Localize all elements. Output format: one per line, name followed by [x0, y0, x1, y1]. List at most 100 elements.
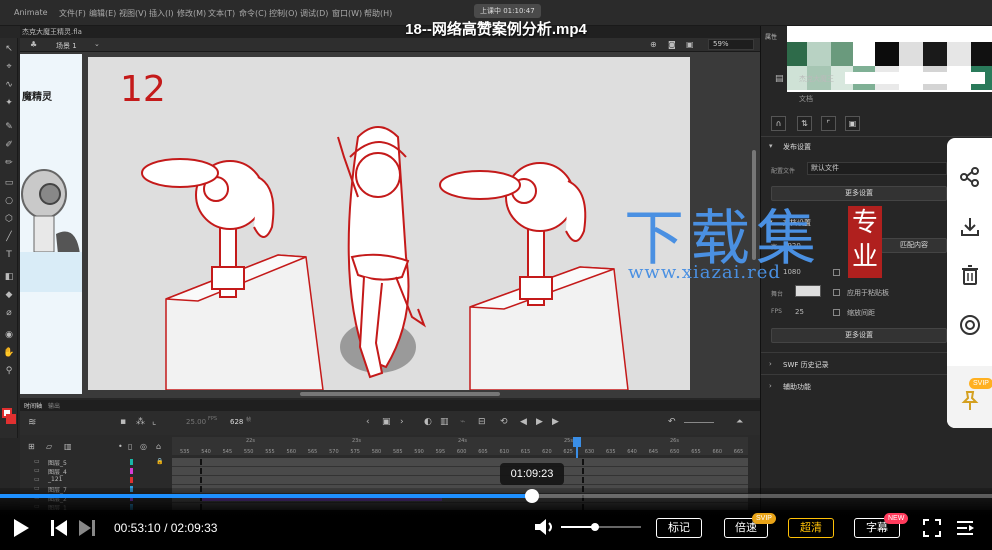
- loop-icon[interactable]: ⟲: [500, 417, 508, 427]
- layer-row[interactable]: ▭ _121: [24, 476, 172, 485]
- tab-timeline[interactable]: 时间轴: [24, 401, 42, 410]
- fps-value[interactable]: 25: [795, 308, 804, 316]
- bucket-tool-icon[interactable]: ◆: [3, 290, 15, 300]
- fill-color-swatch[interactable]: [6, 414, 16, 424]
- subselect-tool-icon[interactable]: ⌖: [3, 62, 15, 72]
- quality-button[interactable]: 超清: [788, 518, 834, 538]
- doc-name-field[interactable]: [845, 72, 985, 84]
- swap-icon[interactable]: ⇅: [797, 116, 812, 131]
- oval-tool-icon[interactable]: ○: [3, 196, 15, 206]
- expand-caret-icon[interactable]: ›: [769, 360, 772, 368]
- line-tool-icon[interactable]: ╱: [3, 232, 15, 242]
- lock-all-icon[interactable]: ⌂: [156, 442, 161, 451]
- prev-keyframe-icon[interactable]: ‹: [366, 417, 370, 427]
- progress-thumb[interactable]: [525, 489, 539, 503]
- previous-icon[interactable]: [50, 519, 68, 537]
- keyframe[interactable]: [200, 477, 202, 483]
- highlight-icon[interactable]: •: [118, 442, 123, 451]
- camera-icon[interactable]: ▪: [120, 417, 126, 427]
- trash-icon[interactable]: ▥: [64, 442, 72, 451]
- notes-button[interactable]: 标记: [656, 518, 702, 538]
- outline-icon[interactable]: ▯: [128, 442, 132, 451]
- stage-canvas[interactable]: 12: [88, 57, 690, 390]
- view-icon[interactable]: ▣: [686, 40, 694, 49]
- accessibility-section[interactable]: 辅助功能: [783, 382, 811, 392]
- keyframe[interactable]: [582, 477, 584, 483]
- layer-lock-icon[interactable]: 🔒: [156, 458, 163, 465]
- keyframe[interactable]: [200, 459, 202, 465]
- scale-spacing-checkbox[interactable]: [833, 309, 840, 316]
- rectangle-tool-icon[interactable]: ▭: [3, 178, 15, 188]
- next-keyframe-icon[interactable]: ›: [400, 417, 404, 427]
- add-layer-icon[interactable]: ⊞: [28, 442, 35, 451]
- motion-icon[interactable]: ⊟: [478, 417, 486, 427]
- expand-caret-icon[interactable]: ›: [769, 382, 772, 390]
- keyframe[interactable]: [582, 468, 584, 474]
- center-stage-icon[interactable]: ⊕: [650, 40, 657, 49]
- scene-icon[interactable]: ♣: [30, 40, 37, 49]
- layer-color-swatch[interactable]: [130, 477, 133, 483]
- lasso-tool-icon[interactable]: ∿: [3, 80, 15, 90]
- eraser-tool-icon[interactable]: ◧: [3, 272, 15, 282]
- tab-output[interactable]: 输出: [48, 401, 60, 410]
- lock-icon[interactable]: ⌁: [460, 417, 465, 427]
- lock-icon[interactable]: ▣: [845, 116, 860, 131]
- undo-icon[interactable]: ↶: [668, 417, 676, 427]
- folder-icon[interactable]: ▱: [46, 442, 52, 451]
- chevron-down-icon[interactable]: ⌄: [94, 40, 100, 48]
- playhead-handle[interactable]: [573, 437, 581, 447]
- magnet-icon[interactable]: ∩: [771, 116, 786, 131]
- frame-row[interactable]: [172, 467, 748, 476]
- polygon-tool-icon[interactable]: ⬡: [3, 214, 15, 224]
- scene-name[interactable]: 场景 1: [56, 41, 77, 51]
- profile-select[interactable]: 默认文件: [807, 162, 947, 175]
- swf-history-section[interactable]: SWF 历史记录: [783, 360, 829, 370]
- corner-icon[interactable]: ⌜: [821, 116, 836, 131]
- collapse-icon[interactable]: ⏶: [736, 417, 743, 427]
- layers-icon[interactable]: ≋: [28, 417, 36, 428]
- onion-skin-icon[interactable]: ◐: [424, 417, 432, 427]
- frame-row[interactable]: [172, 458, 748, 467]
- stage-color-swatch[interactable]: [795, 285, 821, 297]
- frame-row[interactable]: [172, 476, 748, 485]
- fullscreen-icon[interactable]: [922, 518, 942, 538]
- apply-paste-checkbox[interactable]: [833, 289, 840, 296]
- match-contents-button[interactable]: 匹配内容: [881, 238, 947, 253]
- layer-parent-icon[interactable]: ⁂: [136, 417, 145, 427]
- keyframe[interactable]: [582, 459, 584, 465]
- clip-icon[interactable]: ◙: [668, 40, 676, 49]
- layer-color-swatch[interactable]: [130, 468, 133, 474]
- hand-tool-icon[interactable]: ✋: [3, 348, 15, 358]
- volume-icon[interactable]: [533, 517, 555, 537]
- paint-tool-icon[interactable]: ✐: [3, 140, 15, 150]
- camera-tool-icon[interactable]: ◉: [3, 330, 15, 340]
- share-icon[interactable]: [959, 166, 981, 188]
- zoom-select[interactable]: 59%: [708, 39, 754, 50]
- play-icon[interactable]: [12, 518, 30, 538]
- collapse-caret-icon[interactable]: ▾: [769, 142, 773, 150]
- text-tool-icon[interactable]: T: [3, 250, 15, 260]
- stage-horizontal-scrollbar[interactable]: [300, 392, 500, 396]
- graph-icon[interactable]: ⌞: [152, 417, 156, 427]
- next-icon[interactable]: [78, 519, 96, 537]
- eyedropper-tool-icon[interactable]: ⌀: [3, 308, 15, 318]
- fps-value[interactable]: 25.00: [186, 418, 206, 426]
- zoom-tool-icon[interactable]: ⚲: [3, 366, 15, 376]
- layer-color-swatch[interactable]: [130, 459, 133, 465]
- play-icon[interactable]: ▶: [536, 417, 543, 427]
- publish-section[interactable]: 发布设置: [783, 142, 811, 152]
- select-tool-icon[interactable]: ↖: [3, 44, 15, 54]
- layer-row[interactable]: ▭ 图层_5 🔒: [24, 458, 172, 467]
- more-settings-button-2[interactable]: 更多设置: [771, 328, 947, 343]
- volume-thumb[interactable]: [591, 523, 599, 531]
- playlist-icon[interactable]: [955, 518, 975, 538]
- scale-checkbox[interactable]: [833, 269, 840, 276]
- target-icon[interactable]: [959, 314, 981, 336]
- delete-icon[interactable]: [959, 264, 981, 286]
- pin-icon[interactable]: [959, 390, 981, 412]
- step-back-icon[interactable]: ◀: [520, 417, 527, 427]
- insert-keyframe-icon[interactable]: ▣: [382, 417, 391, 427]
- step-forward-icon[interactable]: ▶: [552, 417, 559, 427]
- current-frame[interactable]: 628: [230, 418, 243, 426]
- pencil-tool-icon[interactable]: ✏: [3, 158, 15, 168]
